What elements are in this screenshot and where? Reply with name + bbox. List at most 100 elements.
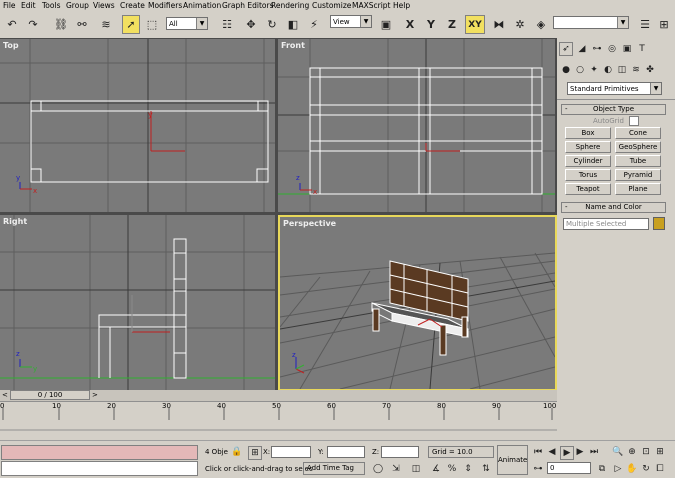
zoom-all-icon[interactable]: ⊕ bbox=[626, 446, 638, 458]
rotate-icon[interactable]: ↻ bbox=[263, 15, 281, 34]
track-bar[interactable]: 0 10 20 30 40 50 60 70 80 90 100 bbox=[0, 402, 557, 440]
display-tab-icon[interactable]: ▣ bbox=[621, 43, 633, 55]
reference-coordinate-dropdown[interactable]: View ▼ bbox=[330, 15, 372, 28]
object-type-rollout[interactable]: - Object Type bbox=[561, 104, 666, 115]
selection-lock-icon[interactable]: ◯ bbox=[372, 463, 384, 475]
selection-region-icon[interactable]: ⬚ bbox=[143, 15, 161, 34]
crossing-icon[interactable]: ◫ bbox=[410, 463, 422, 475]
unlink-icon[interactable]: ⚯ bbox=[73, 15, 91, 34]
cone-button[interactable]: Cone bbox=[615, 127, 661, 139]
zoom-extents-all-icon[interactable]: ⊞ bbox=[654, 446, 666, 458]
array-icon[interactable]: ✲ bbox=[511, 15, 529, 34]
viewport-front[interactable]: z x Front bbox=[278, 39, 555, 212]
scale-icon[interactable]: ◧ bbox=[284, 15, 302, 34]
box-button[interactable]: Box bbox=[565, 127, 611, 139]
name-and-color-rollout[interactable]: - Name and Color bbox=[561, 202, 666, 213]
move-icon[interactable]: ✥ bbox=[242, 15, 260, 34]
plane-button[interactable]: Plane bbox=[615, 183, 661, 195]
helpers-icon[interactable]: ◫ bbox=[616, 64, 628, 76]
x-coordinate-field[interactable] bbox=[271, 446, 311, 458]
time-slider-thumb[interactable]: 0 / 100 bbox=[10, 390, 90, 400]
object-color-swatch[interactable] bbox=[653, 217, 665, 230]
axis-xy-button[interactable]: XY bbox=[465, 15, 485, 34]
redo-icon[interactable]: ↷ bbox=[24, 15, 42, 34]
select-link-icon[interactable]: ⛓ bbox=[52, 15, 70, 34]
bind-space-warp-icon[interactable]: ≋ bbox=[97, 15, 115, 34]
geosphere-button[interactable]: GeoSphere bbox=[615, 141, 661, 153]
menu-modifiers[interactable]: Modifiers bbox=[148, 1, 182, 10]
select-by-name-icon[interactable]: ☷ bbox=[218, 15, 236, 34]
menu-rendering[interactable]: Rendering bbox=[271, 1, 309, 10]
go-to-start-icon[interactable]: ⏮ bbox=[532, 446, 544, 458]
pan-icon[interactable]: ✋ bbox=[626, 463, 638, 475]
create-tab-icon[interactable]: ➶ bbox=[559, 42, 573, 56]
tube-button[interactable]: Tube bbox=[615, 155, 661, 167]
pyramid-button[interactable]: Pyramid bbox=[615, 169, 661, 181]
percent-snap-icon[interactable]: % bbox=[446, 463, 458, 475]
viewport-front-label[interactable]: Front bbox=[281, 41, 305, 50]
snap-toggle-icon[interactable]: ⇲ bbox=[390, 463, 402, 475]
add-time-tag-button[interactable]: Add Time Tag bbox=[303, 462, 365, 475]
motion-tab-icon[interactable]: ◎ bbox=[606, 43, 618, 55]
menu-maxscript[interactable]: MAXScript bbox=[352, 1, 391, 10]
menu-graph-editors[interactable]: Graph Editors bbox=[222, 1, 274, 10]
axis-x-button[interactable]: X bbox=[401, 15, 419, 34]
slider-left-arrow-icon[interactable]: < bbox=[2, 391, 10, 400]
axis-y-button[interactable]: Y bbox=[422, 15, 440, 34]
angle-snap-icon[interactable]: ∡ bbox=[430, 463, 442, 475]
menu-group[interactable]: Group bbox=[66, 1, 89, 10]
z-coordinate-field[interactable] bbox=[381, 446, 419, 458]
arc-rotate-icon[interactable]: ↻ bbox=[640, 463, 652, 475]
menu-animation[interactable]: Animation bbox=[183, 1, 221, 10]
viewport-perspective-label[interactable]: Perspective bbox=[283, 219, 336, 228]
zoom-extents-icon[interactable]: ⊡ bbox=[640, 446, 652, 458]
hierarchy-tab-icon[interactable]: ⊶ bbox=[591, 43, 603, 55]
menu-create[interactable]: Create bbox=[120, 1, 145, 10]
viewport-right[interactable]: z y Right bbox=[0, 215, 275, 390]
spinner-snap-icon[interactable]: ⇕ bbox=[462, 463, 474, 475]
field-of-view-icon[interactable]: ▷ bbox=[612, 463, 624, 475]
modify-tab-icon[interactable]: ◢ bbox=[576, 43, 588, 55]
current-frame-field[interactable]: 0 bbox=[547, 462, 591, 474]
select-object-icon[interactable]: ➚ bbox=[122, 15, 140, 34]
pivot-center-icon[interactable]: ▣ bbox=[377, 15, 395, 34]
zoom-icon[interactable]: 🔍 bbox=[612, 446, 624, 458]
menu-customize[interactable]: Customize bbox=[312, 1, 351, 10]
play-icon[interactable]: ▶ bbox=[560, 446, 574, 460]
menu-tools[interactable]: Tools bbox=[42, 1, 60, 10]
align-icon[interactable]: ◈ bbox=[532, 15, 550, 34]
maximize-viewport-icon[interactable]: ⧠ bbox=[654, 463, 666, 475]
cylinder-button[interactable]: Cylinder bbox=[565, 155, 611, 167]
schematic-view-icon[interactable]: ⊞ bbox=[655, 15, 673, 34]
maxscript-listener-pink[interactable] bbox=[1, 445, 198, 460]
selection-filter-dropdown[interactable]: All ▼ bbox=[166, 17, 208, 30]
track-view-icon[interactable]: ☰ bbox=[636, 15, 654, 34]
menu-file[interactable]: File bbox=[3, 1, 16, 10]
key-mode-icon[interactable]: ⇅ bbox=[480, 463, 492, 475]
utilities-tab-icon[interactable]: T bbox=[636, 43, 648, 55]
space-warps-icon[interactable]: ≋ bbox=[630, 64, 642, 76]
viewport-perspective[interactable]: z Perspective bbox=[278, 215, 557, 391]
go-to-end-icon[interactable]: ⏭ bbox=[588, 446, 600, 458]
next-frame-icon[interactable]: ▶ bbox=[574, 446, 586, 458]
y-coordinate-field[interactable] bbox=[327, 446, 365, 458]
sphere-button[interactable]: Sphere bbox=[565, 141, 611, 153]
menu-help[interactable]: Help bbox=[393, 1, 410, 10]
time-configuration-icon[interactable]: ⧉ bbox=[596, 463, 608, 475]
named-selection-dropdown[interactable]: ▼ bbox=[553, 16, 629, 29]
torus-button[interactable]: Torus bbox=[565, 169, 611, 181]
viewport-top-label[interactable]: Top bbox=[3, 41, 19, 50]
menu-edit[interactable]: Edit bbox=[21, 1, 36, 10]
axis-z-button[interactable]: Z bbox=[443, 15, 461, 34]
absolute-mode-icon[interactable]: ⊞ bbox=[248, 446, 262, 460]
shapes-icon[interactable]: ○ bbox=[574, 64, 586, 76]
viewport-right-label[interactable]: Right bbox=[3, 217, 27, 226]
systems-icon[interactable]: ✤ bbox=[644, 64, 656, 76]
teapot-button[interactable]: Teapot bbox=[565, 183, 611, 195]
undo-icon[interactable]: ↶ bbox=[3, 15, 21, 34]
lock-selection-icon[interactable]: 🔒 bbox=[231, 446, 243, 458]
previous-frame-icon[interactable]: ◀ bbox=[546, 446, 558, 458]
viewport-top[interactable]: y y x Top bbox=[0, 39, 275, 212]
category-dropdown[interactable]: Standard Primitives ▼ bbox=[567, 82, 662, 95]
mirror-icon[interactable]: ⧓ bbox=[490, 15, 508, 34]
